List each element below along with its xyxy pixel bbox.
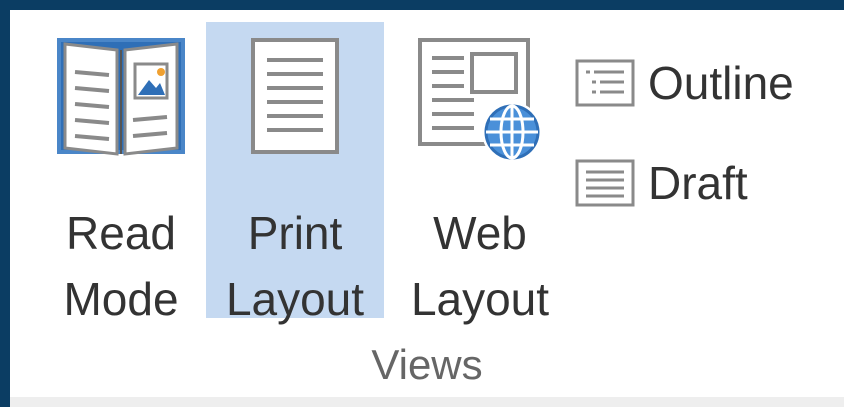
draft-label: Draft — [648, 157, 748, 209]
read-mode-button[interactable]: Read Mode — [35, 22, 207, 324]
web-page-globe-icon — [410, 32, 550, 173]
outline-button[interactable]: Outline — [572, 48, 794, 118]
web-layout-label-line2: Layout — [410, 273, 550, 325]
print-layout-label-line2: Layout — [225, 273, 365, 325]
outline-icon — [572, 55, 638, 111]
ribbon-bottom-edge — [10, 397, 844, 407]
read-mode-label-line1: Read — [66, 207, 176, 259]
print-layout-button[interactable]: Print Layout — [206, 22, 384, 324]
book-icon — [55, 32, 187, 165]
page-icon — [245, 32, 345, 165]
web-layout-label-line1: Web — [433, 207, 527, 259]
draft-button[interactable]: Draft — [572, 148, 748, 218]
web-layout-button[interactable]: Web Layout — [391, 22, 569, 324]
draft-icon — [572, 155, 638, 211]
read-mode-label-line2: Mode — [63, 273, 179, 325]
views-group-label: Views — [371, 341, 483, 388]
ribbon-views-group: Read Mode Print Layout Web Layout Outlin… — [10, 10, 844, 407]
outline-label: Outline — [648, 57, 794, 109]
print-layout-label-line1: Print — [247, 207, 343, 259]
